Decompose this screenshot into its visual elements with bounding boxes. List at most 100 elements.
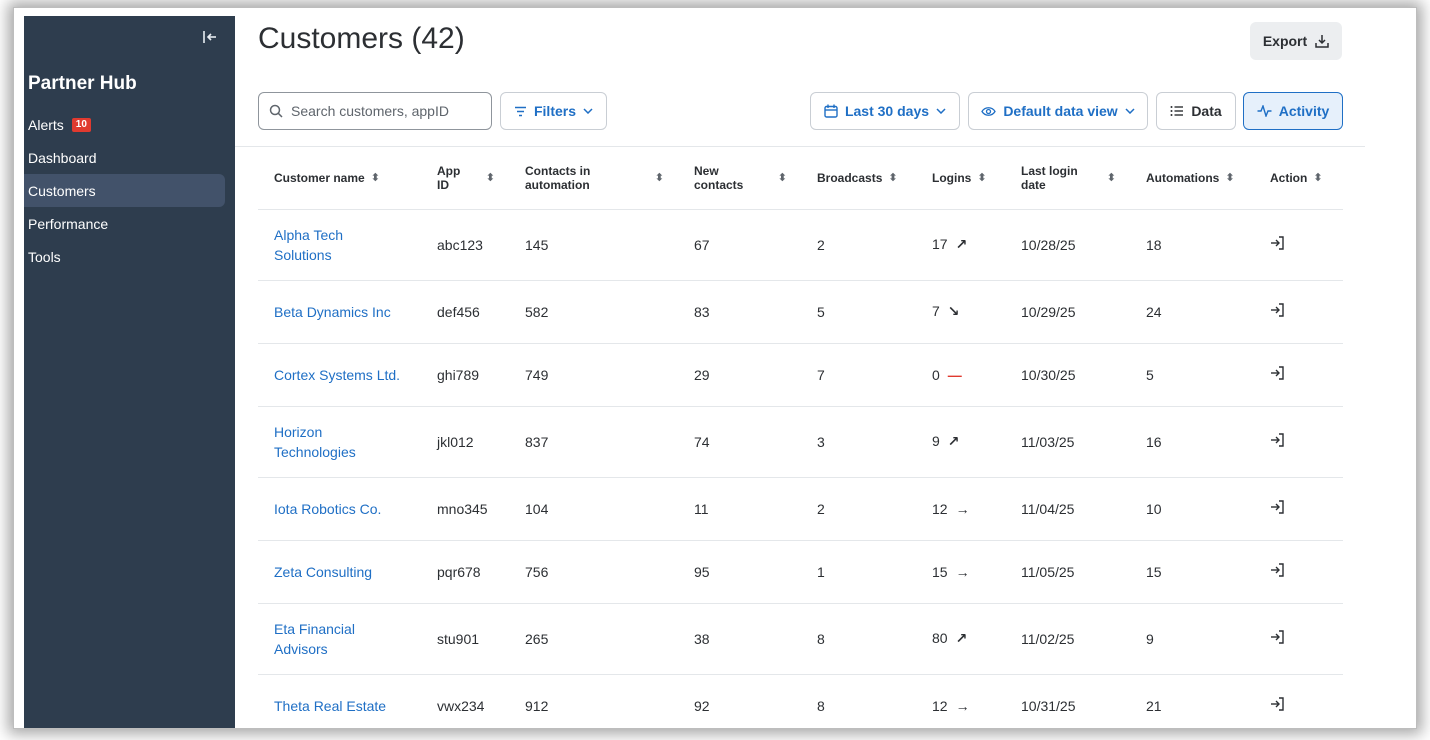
sort-icon[interactable]: ⬍ bbox=[1107, 172, 1116, 184]
export-button[interactable]: Export bbox=[1250, 22, 1342, 60]
cell-last-login-date: 10/30/25 bbox=[1005, 343, 1130, 407]
cell-new-contacts: 38 bbox=[678, 603, 801, 675]
customer-link[interactable]: Theta Real Estate bbox=[274, 696, 386, 716]
cell-broadcasts: 5 bbox=[801, 280, 916, 344]
column-header-new-contacts[interactable]: New contacts ⬍ bbox=[678, 148, 801, 210]
table-row: Alpha Tech Solutions abc123 145 67 2 17 ↗ 10/28… bbox=[258, 209, 1343, 281]
cell-broadcasts: 2 bbox=[801, 477, 916, 541]
login-as-customer-icon[interactable] bbox=[1270, 630, 1284, 647]
customer-link[interactable]: Horizon Technologies bbox=[274, 422, 404, 462]
sidebar-item-dashboard[interactable]: Dashboard bbox=[24, 141, 225, 174]
data-toggle-button[interactable]: Data bbox=[1156, 92, 1236, 130]
login-as-customer-icon[interactable] bbox=[1270, 433, 1284, 450]
table-row: Iota Robotics Co. mno345 104 11 2 12 → 11/04/25… bbox=[258, 477, 1343, 541]
sort-icon[interactable]: ⬍ bbox=[655, 172, 664, 184]
table-row: Theta Real Estate vwx234 912 92 8 12 → 10/31/25… bbox=[258, 674, 1343, 728]
cell-last-login-date: 10/28/25 bbox=[1005, 209, 1130, 281]
logins-value: 80 bbox=[932, 630, 948, 646]
sort-icon[interactable]: ⬍ bbox=[888, 172, 897, 184]
cell-customer-name: Theta Real Estate bbox=[258, 674, 421, 728]
table-header-row: Customer name ⬍ App ID ⬍ Contacts in autom… bbox=[258, 148, 1343, 210]
cell-action bbox=[1254, 674, 1343, 728]
cell-last-login-date: 10/31/25 bbox=[1005, 674, 1130, 728]
cell-automations: 10 bbox=[1130, 477, 1254, 541]
customer-link[interactable]: Eta Financial Advisors bbox=[274, 619, 404, 659]
cell-app-id: vwx234 bbox=[421, 674, 509, 728]
cell-customer-name: Beta Dynamics Inc bbox=[258, 280, 421, 344]
page-title: Customers (42) bbox=[258, 22, 465, 55]
login-as-customer-icon[interactable] bbox=[1270, 236, 1284, 253]
column-header-logins[interactable]: Logins ⬍ bbox=[916, 148, 1005, 210]
collapse-sidebar-icon[interactable] bbox=[202, 30, 222, 48]
login-as-customer-icon[interactable] bbox=[1270, 500, 1284, 517]
login-as-customer-icon[interactable] bbox=[1270, 366, 1284, 383]
filters-label: Filters bbox=[533, 103, 576, 119]
login-as-customer-icon[interactable] bbox=[1270, 697, 1284, 714]
column-header-broadcasts[interactable]: Broadcasts ⬍ bbox=[801, 148, 916, 210]
cell-action bbox=[1254, 343, 1343, 407]
download-icon bbox=[1315, 35, 1329, 48]
data-view-label: Default data view bbox=[1003, 103, 1118, 119]
chevron-down-icon bbox=[1125, 108, 1135, 114]
sidebar-item-alerts[interactable]: Alerts 10 bbox=[24, 108, 225, 141]
cell-action bbox=[1254, 603, 1343, 675]
cell-logins: 9 ↗ bbox=[916, 406, 1005, 478]
sort-icon[interactable]: ⬍ bbox=[486, 172, 495, 184]
column-header-customer-name[interactable]: Customer name ⬍ bbox=[258, 148, 421, 210]
table-row: Cortex Systems Ltd. ghi789 749 29 7 0—10/30/2… bbox=[258, 343, 1343, 407]
login-as-customer-icon[interactable] bbox=[1270, 303, 1284, 320]
column-header-contacts-in-automation[interactable]: Contacts in automation ⬍ bbox=[509, 148, 678, 210]
trend-arrow-icon: ↗ bbox=[955, 236, 968, 252]
customers-table: Customer name ⬍ App ID ⬍ Contacts in autom… bbox=[258, 148, 1343, 728]
activity-toggle-button[interactable]: Activity bbox=[1243, 92, 1343, 130]
customer-link[interactable]: Alpha Tech Solutions bbox=[274, 225, 404, 265]
cell-action bbox=[1254, 540, 1343, 604]
column-header-automations[interactable]: Automations ⬍ bbox=[1130, 148, 1254, 210]
logins-value: 15 bbox=[932, 563, 948, 580]
cell-logins: 80 ↗ bbox=[916, 603, 1005, 675]
customer-link[interactable]: Cortex Systems Ltd. bbox=[274, 365, 400, 385]
cell-last-login-date: 11/04/25 bbox=[1005, 477, 1130, 541]
cell-app-id: abc123 bbox=[421, 209, 509, 281]
cell-automations: 21 bbox=[1130, 674, 1254, 728]
trend-arrow-icon: → bbox=[955, 697, 970, 714]
sort-icon[interactable]: ⬍ bbox=[1225, 172, 1234, 184]
cell-customer-name: Zeta Consulting bbox=[258, 540, 421, 604]
sidebar-item-label: Dashboard bbox=[28, 149, 97, 166]
date-range-dropdown[interactable]: Last 30 days bbox=[810, 92, 960, 130]
sidebar-item-label: Performance bbox=[28, 215, 109, 232]
sidebar-item-performance[interactable]: Performance bbox=[24, 207, 225, 240]
column-header-action[interactable]: Action ⬍ bbox=[1254, 148, 1343, 210]
trend-arrow-icon: ↗ bbox=[955, 630, 968, 646]
sidebar-item-tools[interactable]: Tools bbox=[24, 240, 225, 273]
sort-icon[interactable]: ⬍ bbox=[1313, 172, 1322, 184]
sort-icon[interactable]: ⬍ bbox=[371, 172, 380, 184]
cell-action bbox=[1254, 406, 1343, 478]
sidebar-nav: Alerts 10 Dashboard Customers Performanc… bbox=[24, 108, 235, 273]
search-input[interactable] bbox=[291, 103, 481, 119]
column-header-app-id[interactable]: App ID ⬍ bbox=[421, 148, 509, 210]
sidebar-item-customers[interactable]: Customers bbox=[24, 174, 225, 207]
customer-link[interactable]: Iota Robotics Co. bbox=[274, 499, 381, 519]
cell-logins: 12 → bbox=[916, 674, 1005, 728]
cell-automations: 15 bbox=[1130, 540, 1254, 604]
cell-contacts-in-automation: 145 bbox=[509, 209, 678, 281]
cell-action bbox=[1254, 209, 1343, 281]
cell-customer-name: Iota Robotics Co. bbox=[258, 477, 421, 541]
trend-arrow-icon: → bbox=[955, 563, 970, 580]
column-header-last-login-date[interactable]: Last login date ⬍ bbox=[1005, 148, 1130, 210]
data-label: Data bbox=[1191, 103, 1222, 119]
trend-arrow-icon: ↗ bbox=[947, 433, 960, 449]
sort-icon[interactable]: ⬍ bbox=[778, 172, 787, 184]
cell-last-login-date: 10/29/25 bbox=[1005, 280, 1130, 344]
customer-link[interactable]: Zeta Consulting bbox=[274, 562, 372, 582]
filters-button[interactable]: Filters bbox=[500, 92, 607, 130]
login-as-customer-icon[interactable] bbox=[1270, 563, 1284, 580]
sort-icon[interactable]: ⬍ bbox=[977, 172, 986, 184]
cell-contacts-in-automation: 104 bbox=[509, 477, 678, 541]
cell-app-id: pqr678 bbox=[421, 540, 509, 604]
customer-link[interactable]: Beta Dynamics Inc bbox=[274, 302, 391, 322]
data-view-dropdown[interactable]: Default data view bbox=[968, 92, 1148, 130]
cell-logins: 15 → bbox=[916, 540, 1005, 604]
search-box[interactable] bbox=[258, 92, 492, 130]
